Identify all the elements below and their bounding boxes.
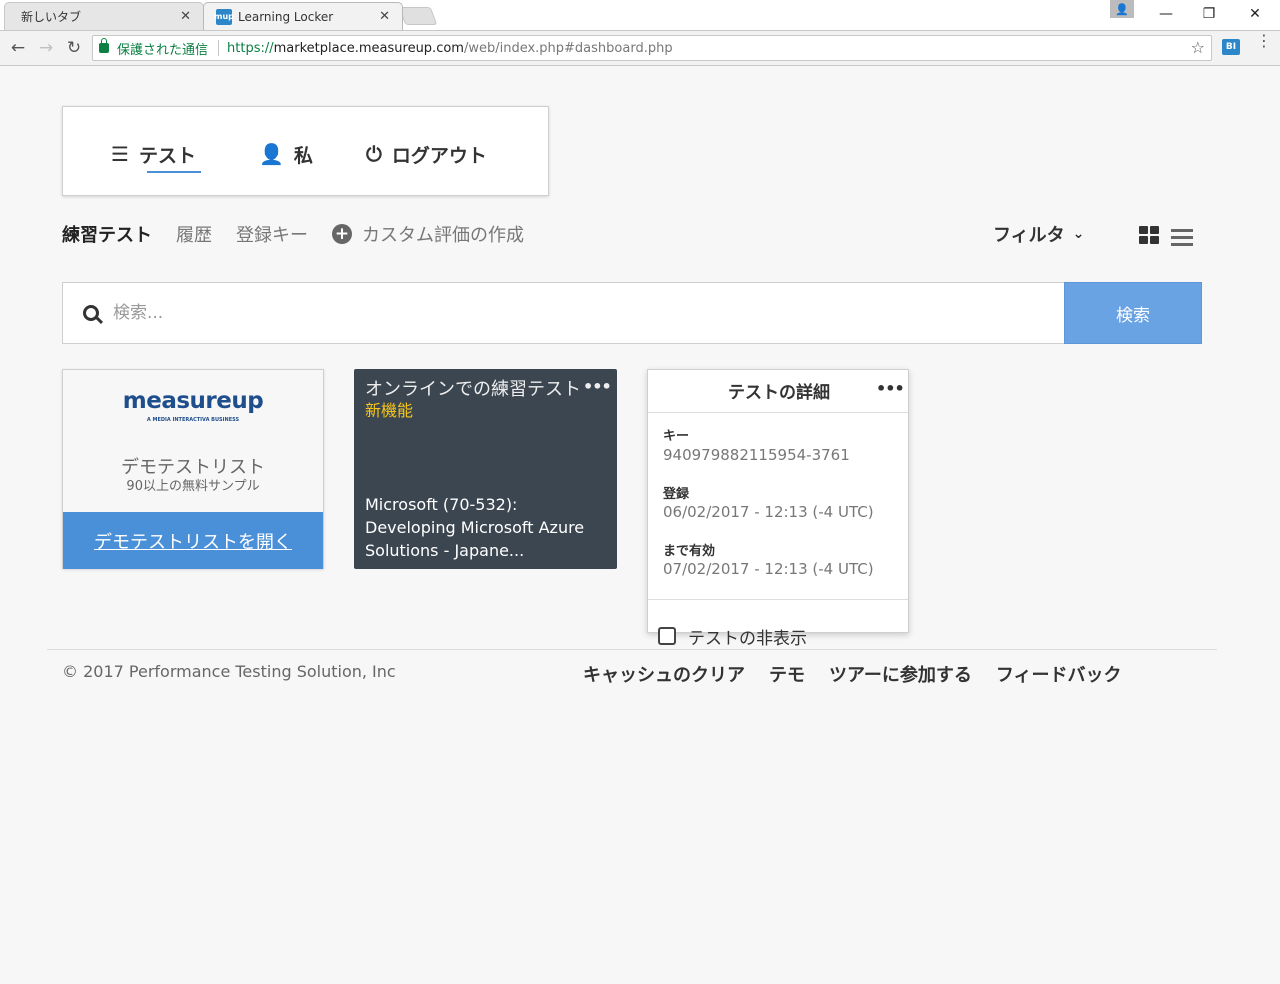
back-icon[interactable]: ←: [7, 37, 29, 59]
more-options-icon[interactable]: •••: [876, 379, 905, 398]
demo-card-subtitle: 90以上の無料サンプル: [126, 479, 260, 494]
nav-item-logout[interactable]: ⏻ ログアウト: [366, 137, 487, 171]
exam-name: Microsoft (70-532): Developing Microsoft…: [365, 495, 585, 560]
list-view-icon[interactable]: [1171, 227, 1193, 247]
minimize-button[interactable]: —: [1143, 0, 1189, 28]
reload-icon[interactable]: ↻: [63, 37, 85, 59]
window-close-button[interactable]: ✕: [1232, 0, 1278, 28]
open-demo-list-button[interactable]: デモテストリストを開く: [63, 512, 323, 569]
nav-item-tests[interactable]: ☰ テスト: [111, 137, 196, 171]
copyright: © 2017 Performance Testing Solution, Inc: [62, 662, 396, 681]
footer-link-clear-cache[interactable]: キャッシュのクリア: [583, 661, 745, 687]
url-scheme: https://: [227, 40, 274, 56]
secure-label: 保護された通信: [117, 42, 209, 58]
bookmark-star-icon[interactable]: ☆: [1191, 38, 1205, 57]
test-details-card: テストの詳細 ••• キー 940979882115954-3761 登録 06…: [647, 369, 909, 649]
key-label: キー: [663, 429, 690, 444]
tab-title: 新しいタブ: [21, 10, 82, 24]
registered-label: 登録: [663, 487, 690, 502]
footer-link-tour[interactable]: ツアーに参加する: [829, 661, 972, 687]
new-tab-button[interactable]: [398, 7, 438, 25]
browser-tab-new[interactable]: 新しいタブ ✕: [4, 2, 204, 30]
divider: [648, 412, 908, 413]
new-feature-badge: 新機能: [365, 401, 414, 420]
subnav-item-history[interactable]: 履歴: [176, 221, 212, 247]
search-icon: [83, 305, 99, 321]
omnibox-divider: [218, 40, 220, 56]
search-bar: [62, 282, 1065, 344]
search-input[interactable]: [113, 303, 913, 323]
footer-link-feedback[interactable]: フィードバック: [996, 661, 1122, 687]
valid-until-label: まで有効: [663, 544, 716, 559]
nav-item-label: テスト: [138, 144, 196, 167]
filter-label: フィルタ: [993, 225, 1065, 246]
subnav-item-registration-key[interactable]: 登録キー: [236, 221, 308, 247]
valid-until-value: 07/02/2017 - 12:13 (-4 UTC): [663, 560, 874, 578]
tab-title: Learning Locker: [238, 9, 334, 24]
forward-icon[interactable]: →: [35, 37, 57, 59]
extension-icon[interactable]: BI: [1222, 39, 1240, 55]
registered-value: 06/02/2017 - 12:13 (-4 UTC): [663, 503, 874, 521]
hide-test-checkbox[interactable]: [658, 627, 676, 645]
browser-tab-learning-locker[interactable]: mup Learning Locker ✕: [203, 2, 403, 30]
user-icon: 👤: [259, 142, 284, 166]
nav-item-label: 私: [293, 144, 313, 167]
footer-divider: [47, 649, 1217, 650]
key-value: 940979882115954-3761: [663, 446, 850, 464]
divider: [648, 599, 908, 600]
filter-dropdown[interactable]: フィルタ ⌄: [993, 220, 1084, 248]
demo-test-card: measureup A MEDIA INTERACTIVA BUSINESS デ…: [62, 369, 324, 569]
chevron-down-icon: ⌄: [1072, 226, 1085, 242]
nav-item-label: ログアウト: [391, 144, 487, 167]
create-custom-assessment-button[interactable]: + カスタム評価の作成: [332, 221, 524, 247]
exam-card[interactable]: オンラインでの練習テスト 新機能 ••• Microsoft (70-532):…: [354, 369, 617, 569]
create-custom-assessment-label: カスタム評価の作成: [362, 225, 524, 246]
power-icon: ⏻: [366, 142, 382, 166]
browser-menu-icon[interactable]: ⋮: [1256, 33, 1272, 49]
restore-button[interactable]: ❐: [1186, 0, 1232, 28]
measureup-logo: measureup: [122, 388, 264, 414]
list-icon: ☰: [111, 142, 129, 166]
sub-nav: 練習テスト 履歴 登録キー + カスタム評価の作成: [62, 220, 548, 248]
nav-item-me[interactable]: 👤 私: [259, 137, 313, 171]
browser-toolbar: ← → ↻ 保護された通信 https:// marketplace.measu…: [0, 31, 1280, 66]
footer-links: キャッシュのクリア テモ ツアーに参加する フィードバック: [583, 661, 1146, 687]
url-host: marketplace.measureup.com: [273, 40, 464, 56]
browser-tab-strip: 新しいタブ ✕ mup Learning Locker ✕ 👤 — ❐ ✕: [0, 0, 1280, 31]
active-tab-underline: [147, 171, 201, 173]
address-bar[interactable]: 保護された通信 https:// marketplace.measureup.c…: [92, 35, 1212, 61]
close-icon[interactable]: ✕: [379, 9, 390, 24]
hide-test-label[interactable]: テストの非表示: [688, 624, 807, 649]
close-icon[interactable]: ✕: [180, 9, 191, 24]
search-button[interactable]: 検索: [1064, 282, 1202, 344]
url-path: /web/index.php#dashboard.php: [463, 40, 673, 56]
plus-circle-icon: +: [332, 224, 352, 244]
main-nav: ☰ テスト 👤 私 ⏻ ログアウト: [62, 106, 549, 196]
grid-view-icon[interactable]: [1139, 226, 1161, 246]
measureup-favicon-icon: mup: [214, 8, 234, 25]
detail-card-title: テストの詳細: [728, 383, 830, 403]
logo-tagline: A MEDIA INTERACTIVA BUSINESS: [146, 417, 240, 423]
lock-icon: [99, 38, 109, 53]
profile-icon[interactable]: 👤: [1110, 0, 1134, 18]
subnav-item-practice-tests[interactable]: 練習テスト: [62, 221, 152, 247]
more-options-icon[interactable]: •••: [583, 377, 612, 396]
footer-link-demo[interactable]: テモ: [769, 661, 805, 687]
